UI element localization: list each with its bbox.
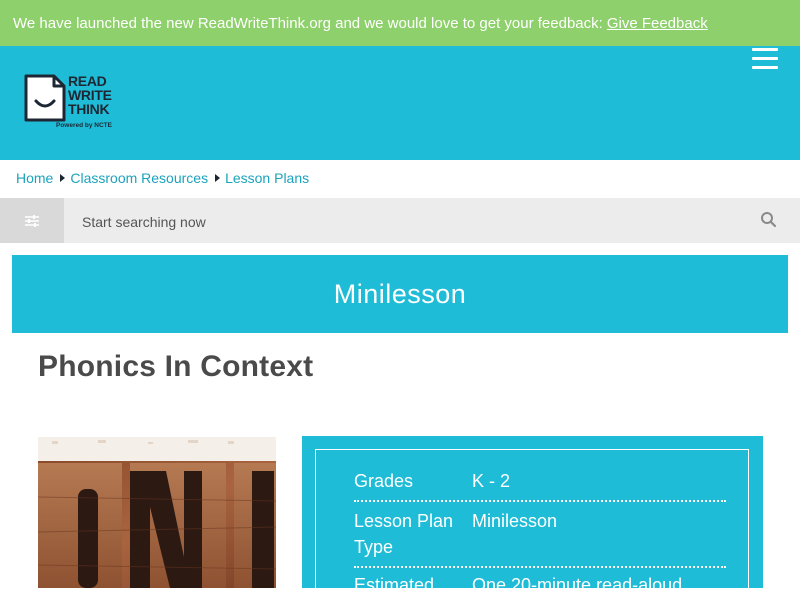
filter-sliders-icon bbox=[25, 214, 39, 227]
filter-button[interactable] bbox=[0, 198, 64, 243]
letterpress-photo bbox=[38, 437, 276, 588]
logo-page-icon bbox=[24, 74, 66, 122]
readwritethink-logo[interactable]: READ WRITE THINK Powered by NCTE bbox=[24, 73, 124, 137]
resource-type-label: Minilesson bbox=[333, 278, 467, 309]
breadcrumb: Home Classroom Resources Lesson Plans bbox=[16, 170, 309, 186]
dotted-divider bbox=[354, 566, 726, 568]
page-title: Phonics In Context bbox=[38, 350, 314, 383]
magnifier-icon[interactable] bbox=[760, 211, 778, 229]
breadcrumb-classroom-resources[interactable]: Classroom Resources bbox=[70, 170, 208, 186]
breadcrumb-lesson-plans[interactable]: Lesson Plans bbox=[225, 170, 309, 186]
breadcrumb-home[interactable]: Home bbox=[16, 170, 53, 186]
detail-label: Grades bbox=[354, 471, 414, 491]
logo-wordmark: READ WRITE THINK bbox=[68, 74, 112, 116]
logo-tagline: Powered by NCTE bbox=[56, 122, 112, 129]
lesson-hero-image bbox=[38, 437, 276, 588]
logo-line-write: WRITE bbox=[68, 87, 112, 103]
lesson-details-frame: Grades K - 2 Lesson Plan Type Minilesson… bbox=[315, 449, 749, 609]
feedback-banner: We have launched the new ReadWriteThink.… bbox=[0, 0, 800, 46]
banner-message: We have launched the new ReadWriteThink.… bbox=[13, 14, 603, 32]
dotted-divider bbox=[354, 500, 726, 502]
detail-label: Lesson Plan Type bbox=[354, 511, 454, 557]
detail-value: Minilesson bbox=[472, 511, 558, 531]
search-input[interactable] bbox=[80, 198, 744, 245]
logo-line-think: THINK bbox=[68, 101, 110, 117]
detail-value: One 20-minute read-aloud bbox=[472, 575, 683, 595]
lesson-details-panel: Grades K - 2 Lesson Plan Type Minilesson… bbox=[302, 436, 763, 609]
hamburger-menu-icon[interactable] bbox=[752, 48, 778, 70]
site-header: READ WRITE THINK Powered by NCTE bbox=[0, 46, 800, 160]
search-bar bbox=[0, 198, 800, 245]
detail-label: Estimated bbox=[354, 575, 435, 595]
resource-type-banner: Minilesson bbox=[12, 255, 788, 333]
detail-value: K - 2 bbox=[472, 471, 511, 491]
give-feedback-link[interactable]: Give Feedback bbox=[607, 15, 708, 32]
chevron-right-icon bbox=[60, 174, 66, 182]
chevron-right-icon bbox=[215, 174, 221, 182]
logo-line-read: READ bbox=[68, 73, 107, 89]
